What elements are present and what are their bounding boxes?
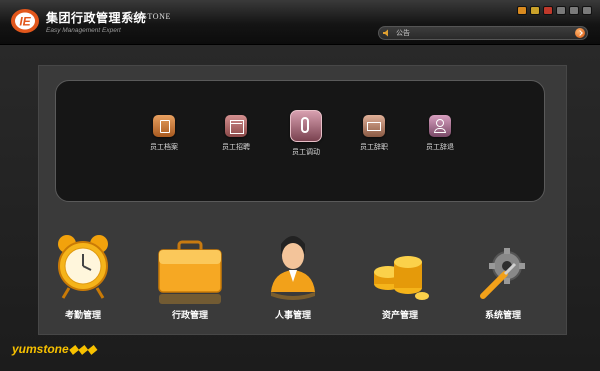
app-title-en: BOSSTONE (125, 12, 171, 21)
app-window: IE 集团行政管理系统 BOSSTONE Easy Management Exp… (0, 0, 600, 371)
help-icon[interactable] (543, 6, 553, 15)
module-hr[interactable]: 人事管理 (248, 230, 338, 321)
module-label: 行政管理 (171, 311, 208, 321)
module-system[interactable]: 系统管理 (458, 244, 548, 321)
submenu-item-employee-dismiss[interactable]: 员工辞退 (408, 115, 472, 152)
submenu-item-employee-resign[interactable]: 员工辞职 (342, 115, 406, 152)
module-label: 系统管理 (484, 311, 521, 321)
mail-icon (363, 115, 385, 137)
submenu-label: 员工辞职 (360, 143, 388, 151)
file-icon (153, 115, 175, 137)
transfer-icon (290, 110, 322, 142)
footer-brand: yumstone◆◆◆ (12, 338, 96, 357)
close-icon[interactable] (582, 6, 592, 15)
submenu-label: 员工调动 (292, 148, 320, 156)
announcement-label: 公告 (396, 29, 410, 37)
svg-text:IE: IE (19, 15, 31, 29)
person-icon (271, 236, 315, 300)
calendar-icon (225, 115, 247, 137)
module-label: 人事管理 (274, 311, 311, 321)
module-administration[interactable]: 行政管理 (145, 240, 235, 321)
app-subtitle: Easy Management Expert (46, 27, 121, 34)
tools-icon (480, 248, 525, 299)
submenu-item-employee-file[interactable]: 员工档案 (132, 115, 196, 152)
person-icon (429, 115, 451, 137)
brand-logo: yumstone (12, 342, 69, 356)
submenu-label: 员工招聘 (222, 143, 250, 151)
speaker-icon (383, 29, 388, 37)
settings-icon[interactable] (530, 6, 540, 15)
submenu-item-employee-recruit[interactable]: 员工招聘 (204, 115, 268, 152)
skin-icon[interactable] (517, 6, 527, 15)
module-label: 考勤管理 (64, 311, 101, 321)
announcement-bar[interactable]: 公告 (378, 26, 588, 40)
minimize-icon[interactable] (556, 6, 566, 15)
alarm-clock-icon (58, 235, 108, 299)
brand-suffix: ◆◆◆ (68, 342, 97, 356)
submenu-item-employee-transfer[interactable]: 员工调动 (274, 110, 338, 157)
briefcase-icon (158, 240, 222, 304)
coins-icon (374, 256, 429, 300)
app-logo-icon: IE (11, 9, 39, 33)
announcement-go-button[interactable] (575, 28, 585, 38)
window-controls (517, 6, 592, 15)
maximize-icon[interactable] (569, 6, 579, 15)
submenu-label: 员工辞退 (426, 143, 454, 151)
module-assets[interactable]: 资产管理 (355, 244, 445, 321)
title-bar[interactable]: IE 集团行政管理系统 BOSSTONE Easy Management Exp… (0, 0, 600, 45)
submenu-label: 员工档案 (150, 143, 178, 151)
module-label: 资产管理 (381, 311, 418, 321)
module-attendance[interactable]: 考勤管理 (38, 232, 128, 321)
